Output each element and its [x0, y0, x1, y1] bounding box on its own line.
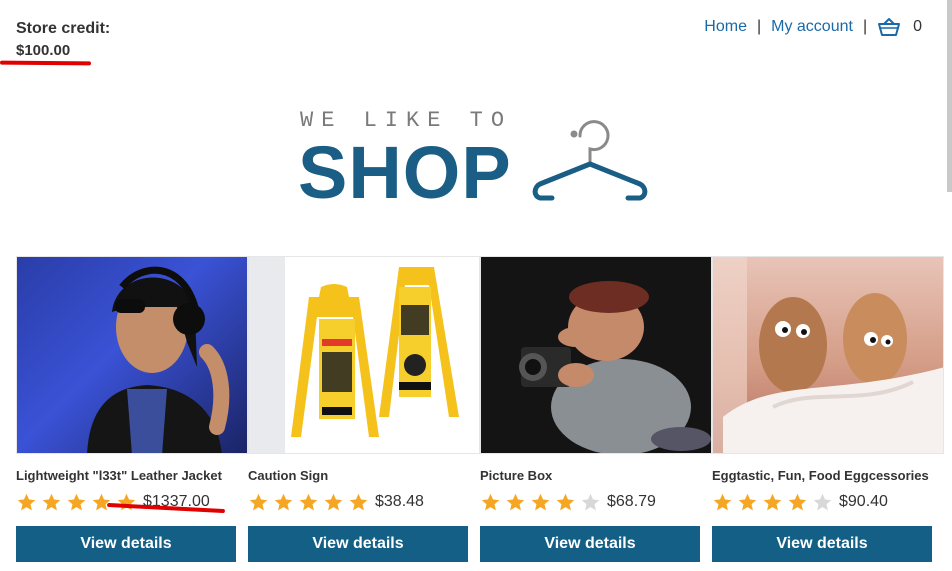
view-details-button[interactable]: View details [248, 526, 468, 562]
scrollbar[interactable] [947, 0, 952, 192]
product-grid: Lightweight "l33t" Leather Jacket $1337.… [16, 256, 948, 566]
store-credit-amount: $100.00 [16, 42, 71, 59]
view-details-button[interactable]: View details [480, 526, 700, 562]
product-card: Eggtastic, Fun, Food Eggcessories $90.40… [712, 256, 944, 562]
top-navigation: Home | My account | 0 [704, 17, 922, 37]
star-rating [16, 492, 141, 513]
star-empty-icon [581, 493, 600, 510]
star-filled-icon [713, 493, 732, 510]
product-price: $38.48 [375, 493, 424, 510]
product-name: Caution Sign [248, 468, 329, 483]
home-link[interactable]: Home [704, 18, 747, 36]
my-account-link[interactable]: My account [771, 18, 853, 36]
star-filled-icon [42, 493, 61, 510]
product-image-picture-box[interactable] [480, 256, 712, 454]
star-rating [248, 492, 373, 513]
star-filled-icon [763, 493, 782, 510]
shop-logo: WE LIKE TO SHOP [298, 108, 660, 214]
product-rating: $68.79 [480, 490, 700, 514]
star-filled-icon [117, 493, 136, 510]
product-rating: $90.40 [712, 490, 932, 514]
product-price: $68.79 [607, 493, 656, 510]
star-empty-icon [813, 493, 832, 510]
star-filled-icon [274, 493, 293, 510]
view-details-button[interactable]: View details [712, 526, 932, 562]
star-filled-icon [481, 493, 500, 510]
product-card: Picture Box $68.79 View details [480, 256, 712, 562]
star-filled-icon [92, 493, 111, 510]
logo-word: SHOP [298, 131, 512, 214]
product-card: Lightweight "l33t" Leather Jacket $1337.… [16, 256, 248, 562]
star-filled-icon [299, 493, 318, 510]
star-filled-icon [67, 493, 86, 510]
product-rating: $38.48 [248, 490, 468, 514]
product-image-jacket[interactable] [16, 256, 248, 454]
product-image-eggcessories[interactable] [712, 256, 944, 454]
cart-link[interactable]: 0 [877, 17, 922, 37]
product-card: Caution Sign $38.48 View details [248, 256, 480, 562]
annotation-underline-credit [0, 60, 92, 66]
star-filled-icon [506, 493, 525, 510]
view-details-button[interactable]: View details [16, 526, 236, 562]
star-filled-icon [349, 493, 368, 510]
store-credit: Store credit: $100.00 [16, 18, 110, 62]
product-image-caution-sign[interactable] [248, 256, 480, 454]
nav-separator: | [862, 18, 868, 35]
product-price: $90.40 [839, 493, 888, 510]
star-filled-icon [249, 493, 268, 510]
star-filled-icon [738, 493, 757, 510]
star-filled-icon [531, 493, 550, 510]
nav-separator: | [756, 18, 762, 35]
product-name: Eggtastic, Fun, Food Eggcessories [712, 468, 929, 483]
star-filled-icon [556, 493, 575, 510]
star-filled-icon [788, 493, 807, 510]
basket-icon [878, 18, 901, 36]
star-filled-icon [324, 493, 343, 510]
hanger-icon [532, 120, 648, 201]
store-credit-label: Store credit: [16, 20, 111, 37]
product-name: Picture Box [480, 468, 553, 483]
product-name: Lightweight "l33t" Leather Jacket [16, 468, 222, 483]
star-rating [480, 492, 605, 513]
star-filled-icon [17, 493, 36, 510]
cart-count: 0 [913, 18, 922, 35]
star-rating [712, 492, 837, 513]
